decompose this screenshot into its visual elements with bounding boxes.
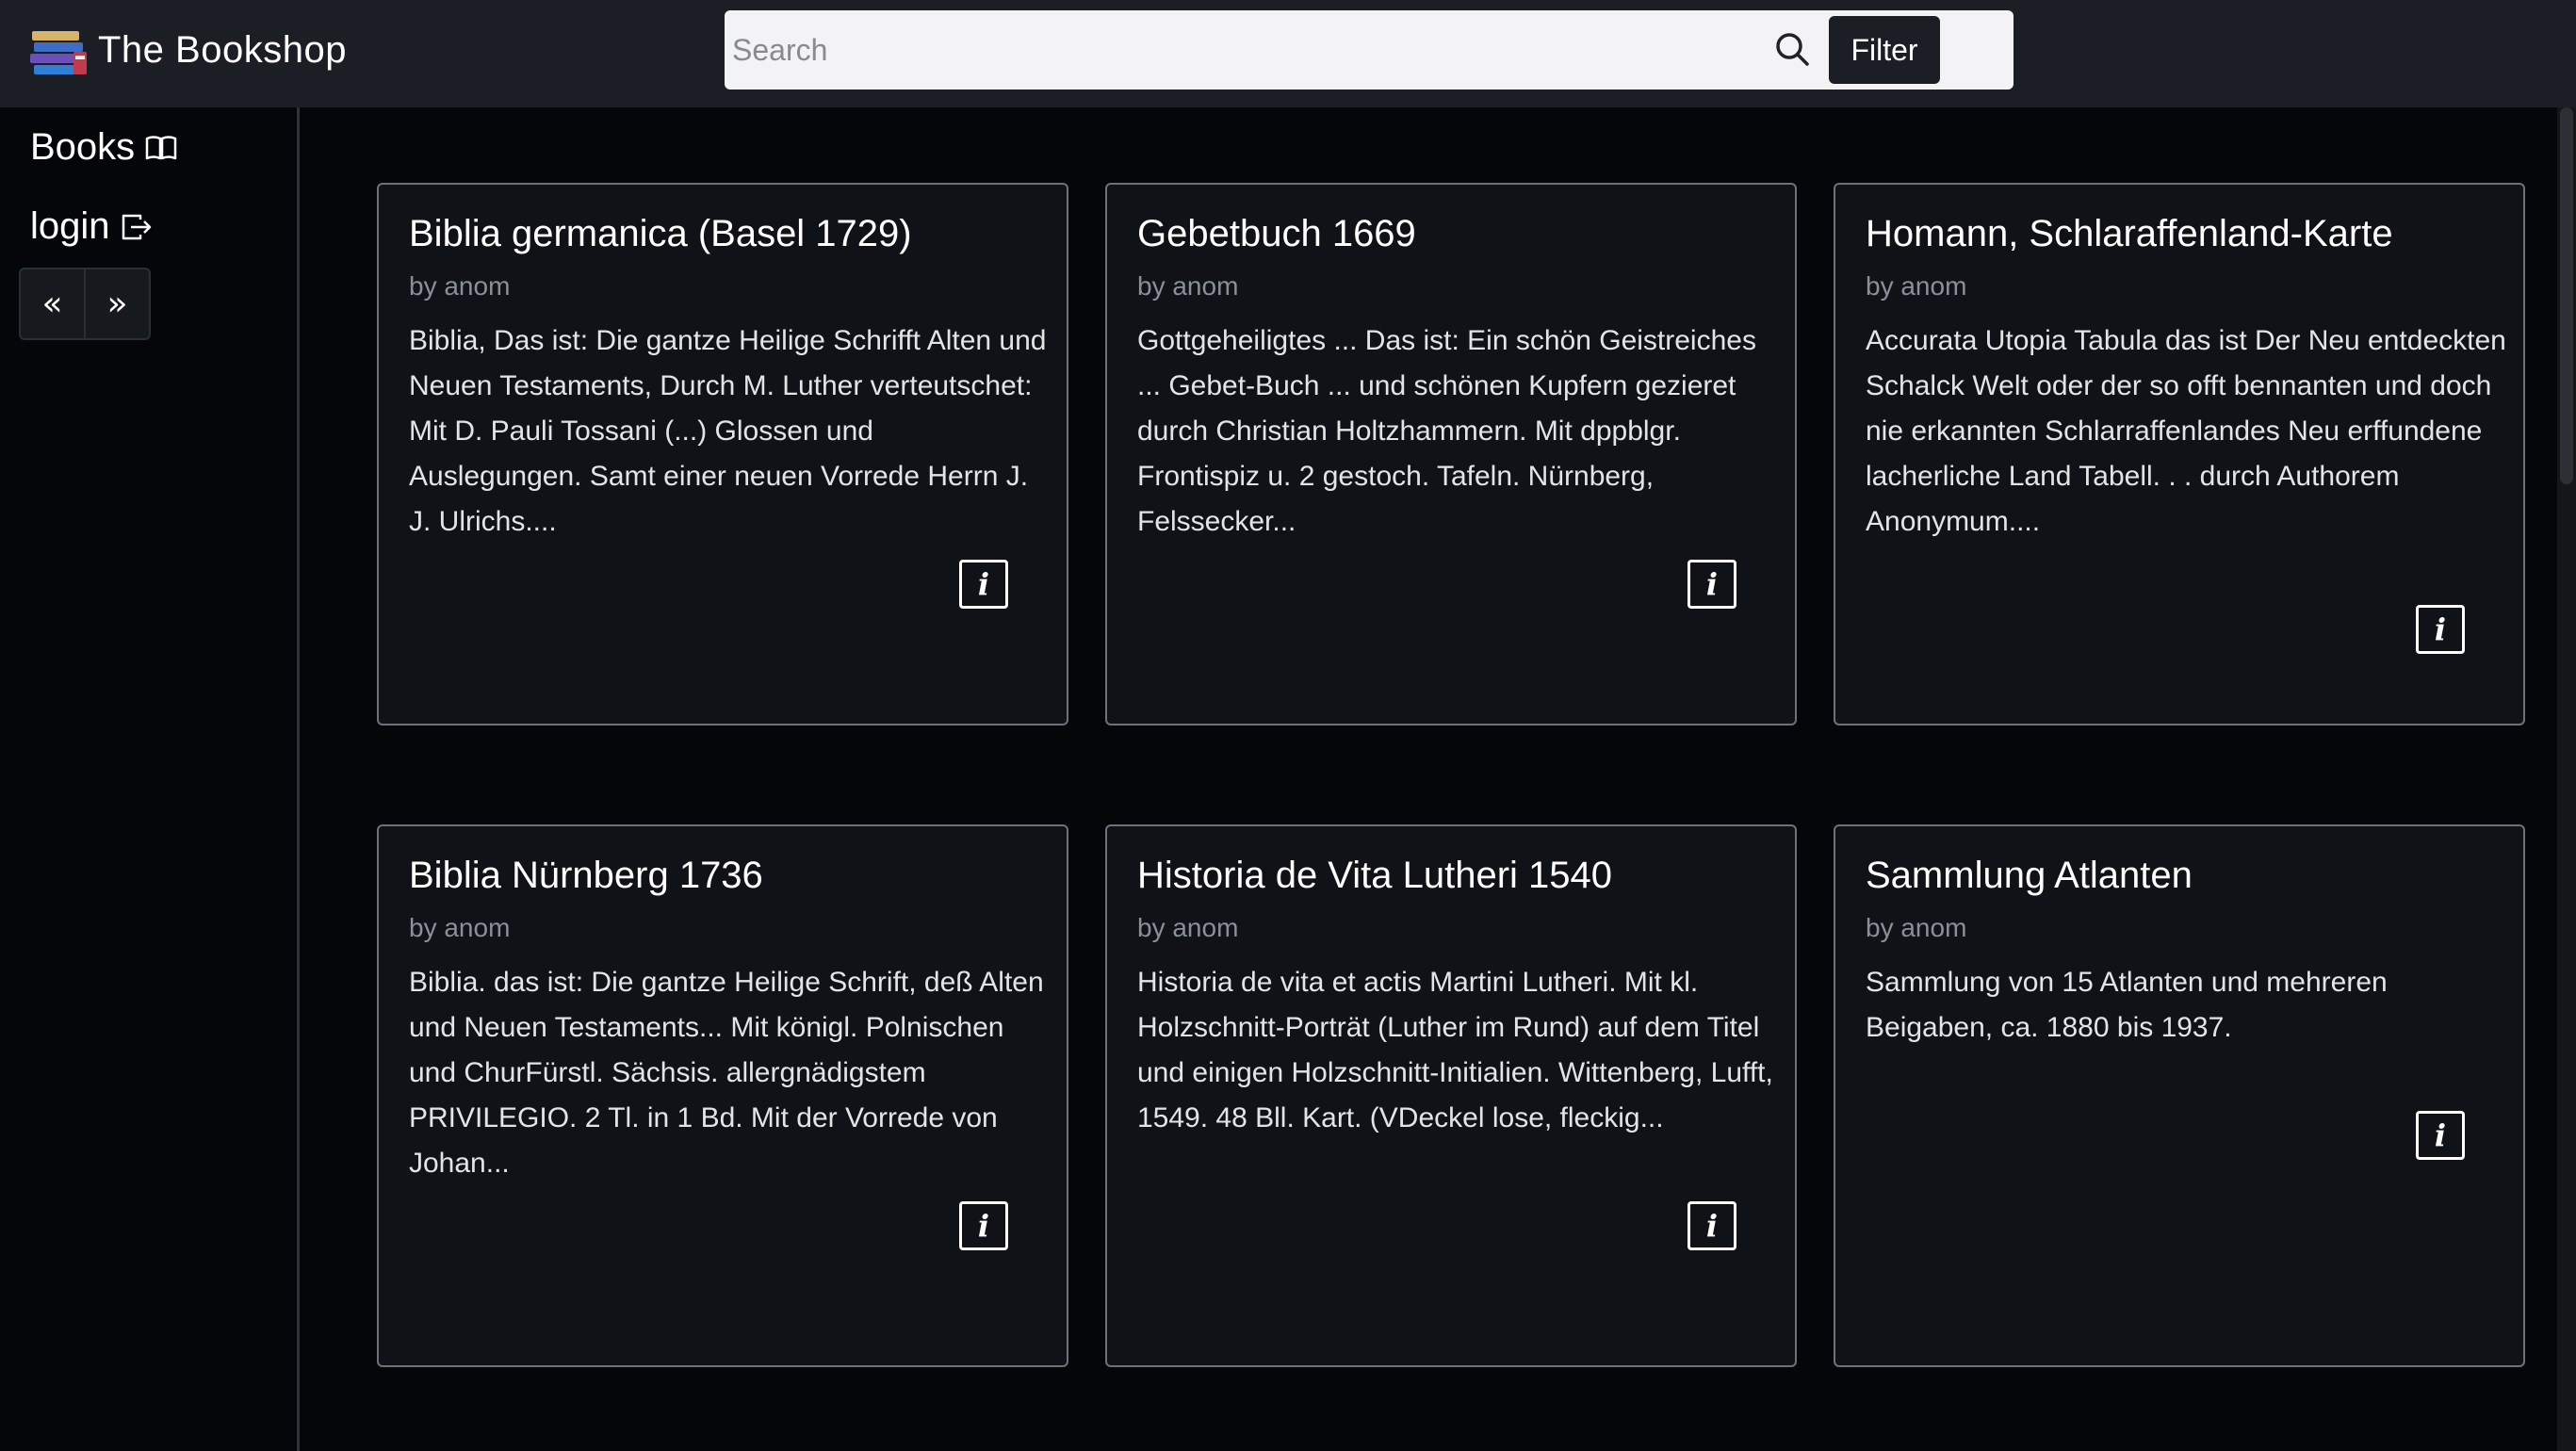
book-title[interactable]: Biblia Nürnberg 1736 (409, 855, 763, 897)
book-card: Biblia germanica (Basel 1729) by anom Bi… (377, 183, 1068, 726)
book-description: Historia de vita et actis Martini Luther… (1137, 967, 1773, 1133)
info-icon[interactable]: i (1687, 560, 1736, 609)
pagination: « » (19, 268, 151, 340)
book-title[interactable]: Gebetbuch 1669 (1137, 213, 1416, 255)
book-author: by anom (409, 271, 511, 301)
brand-link[interactable]: The Bookshop (28, 17, 347, 83)
info-icon[interactable]: i (1687, 1201, 1736, 1250)
book-card: Homann, Schlaraffenland-Karte by anom Ac… (1834, 183, 2525, 726)
book-author: by anom (1137, 271, 1239, 301)
book-card: Gebetbuch 1669 by anom Gottgeheiligtes .… (1105, 183, 1797, 726)
info-icon[interactable]: i (959, 1201, 1008, 1250)
search-input[interactable] (725, 10, 1761, 90)
sidebar-item-books[interactable]: Books (30, 126, 178, 169)
brand-title: The Bookshop (98, 28, 347, 71)
top-navbar: The Bookshop Filter (0, 0, 2576, 107)
sidebar-item-label: Books (30, 126, 136, 168)
info-icon[interactable]: i (2416, 605, 2465, 654)
info-icon[interactable]: i (959, 560, 1008, 609)
search-icon[interactable] (1770, 27, 1816, 73)
books-logo-icon (30, 31, 87, 74)
sidebar-item-label: login (30, 205, 110, 247)
next-page-button[interactable]: » (84, 269, 149, 338)
scrollbar-thumb[interactable] (2560, 107, 2573, 484)
book-card: Biblia Nürnberg 1736 by anom Biblia. das… (377, 824, 1068, 1367)
book-description: Gottgeheiligtes ... Das ist: Ein schön G… (1137, 325, 1756, 537)
book-description: Biblia. das ist: Die gantze Heilige Schr… (409, 967, 1044, 1179)
book-card: Historia de Vita Lutheri 1540 by anom Hi… (1105, 824, 1797, 1367)
book-title[interactable]: Sammlung Atlanten (1866, 855, 2193, 897)
login-icon (122, 214, 151, 239)
sidebar: Books login « » (0, 107, 300, 1451)
book-description: Sammlung von 15 Atlanten und mehreren Be… (1866, 967, 2388, 1043)
book-title[interactable]: Homann, Schlaraffenland-Karte (1866, 213, 2393, 255)
book-title[interactable]: Biblia germanica (Basel 1729) (409, 213, 912, 255)
search-bar: Filter (725, 10, 2014, 90)
book-description: Biblia, Das ist: Die gantze Heilige Schr… (409, 325, 1047, 537)
book-description: Accurata Utopia Tabula das ist Der Neu e… (1866, 325, 2506, 537)
info-icon[interactable]: i (2416, 1111, 2465, 1160)
book-author: by anom (1866, 913, 1967, 942)
book-author: by anom (409, 913, 511, 942)
book-title[interactable]: Historia de Vita Lutheri 1540 (1137, 855, 1612, 897)
book-card: Sammlung Atlanten by anom Sammlung von 1… (1834, 824, 2525, 1367)
sidebar-item-login[interactable]: login (30, 205, 154, 248)
filter-button[interactable]: Filter (1829, 16, 1940, 84)
book-author: by anom (1137, 913, 1239, 942)
book-author: by anom (1866, 271, 1967, 301)
book-open-icon (145, 135, 177, 159)
prev-page-button[interactable]: « (21, 269, 84, 338)
